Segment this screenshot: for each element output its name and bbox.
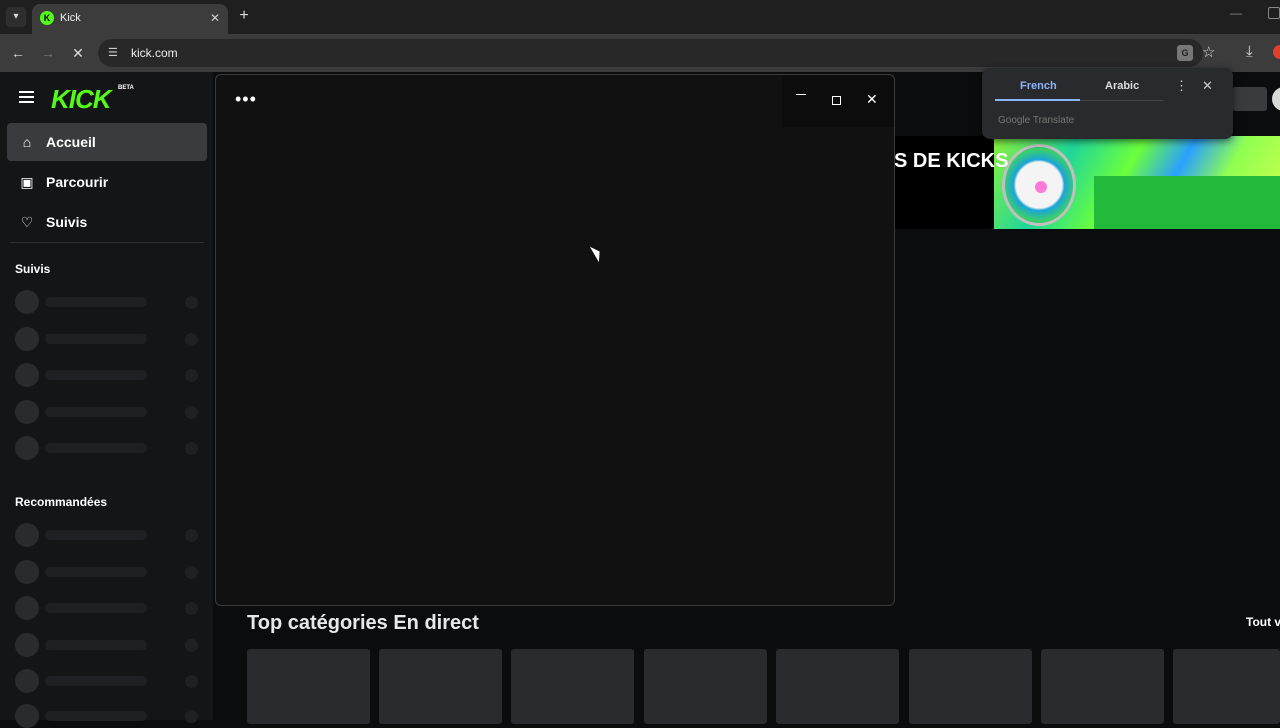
followed-skeleton-row xyxy=(15,290,200,314)
translate-bubble: French Arabic ⋮ ✕ Google Translate xyxy=(982,68,1233,139)
url-text[interactable]: kick.com xyxy=(131,46,178,60)
category-card[interactable] xyxy=(379,649,502,724)
browse-icon: ▣ xyxy=(20,174,34,190)
see-all-link[interactable]: Tout v xyxy=(1246,615,1280,629)
translate-brand: Google Translate xyxy=(998,115,1075,126)
mouse-cursor-icon xyxy=(589,243,605,263)
popup-more-menu-icon[interactable]: ••• xyxy=(235,90,257,108)
download-icon[interactable]: ⤓ xyxy=(1246,43,1253,60)
category-card[interactable] xyxy=(247,649,370,724)
browser-toolbar: ← → ✕ ☰ kick.com G ☆ ⤓ xyxy=(0,34,1280,72)
alarm-clock-icon xyxy=(1002,144,1076,226)
kick-favicon-icon: K xyxy=(40,11,54,25)
translate-close-icon[interactable]: ✕ xyxy=(1202,78,1213,94)
recommended-skeleton-row xyxy=(15,596,200,620)
top-categories-heading: Top catégories En direct xyxy=(247,612,479,634)
recommended-skeleton-row xyxy=(15,560,200,584)
sidebar: KICK BETA ⌂ Accueil ▣ Parcourir ♡ Suivis… xyxy=(0,72,213,728)
followed-skeleton-row xyxy=(15,436,200,460)
recommended-skeleton-row xyxy=(15,523,200,547)
heart-icon: ♡ xyxy=(20,214,34,230)
popup-maximize-icon[interactable] xyxy=(832,96,841,105)
popup-close-icon[interactable]: ✕ xyxy=(866,91,878,108)
kick-logo[interactable]: KICK xyxy=(51,84,112,115)
recommended-skeleton-row xyxy=(15,669,200,693)
sidebar-item-accueil[interactable]: ⌂ Accueil xyxy=(7,123,207,161)
sidebar-divider xyxy=(10,242,204,243)
back-arrow-icon[interactable]: ← xyxy=(8,43,28,63)
category-card[interactable] xyxy=(1173,649,1280,724)
translate-active-indicator xyxy=(995,99,1080,101)
followed-skeleton-row xyxy=(15,363,200,387)
browser-tab-kick[interactable]: K Kick ✕ xyxy=(32,4,228,34)
sidebar-item-label: Accueil xyxy=(46,134,96,150)
promo-banner[interactable]: S DE KICKS xyxy=(894,136,1280,229)
category-card[interactable] xyxy=(909,649,1032,724)
header-login-button[interactable] xyxy=(1232,87,1267,111)
sidebar-item-suivis[interactable]: ♡ Suivis xyxy=(7,203,207,241)
popup-window[interactable]: ••• ✕ xyxy=(215,74,895,606)
window-maximize-icon[interactable] xyxy=(1268,7,1280,19)
hamburger-menu-icon[interactable] xyxy=(19,91,34,103)
category-card[interactable] xyxy=(1041,649,1164,724)
header-user-avatar[interactable] xyxy=(1272,87,1280,111)
followed-skeleton-row xyxy=(15,400,200,424)
promo-text: S DE KICKS xyxy=(894,150,1009,172)
recommended-skeleton-row xyxy=(15,704,200,728)
translate-icon[interactable]: G xyxy=(1177,45,1193,61)
home-icon: ⌂ xyxy=(22,134,32,150)
tab-title: Kick xyxy=(60,12,81,24)
popup-window-controls: ✕ xyxy=(782,75,894,127)
popup-minimize-icon[interactable] xyxy=(796,94,806,95)
address-bar[interactable]: ☰ kick.com G ☆ xyxy=(98,39,1215,67)
tab-close-icon[interactable]: ✕ xyxy=(210,11,220,25)
translate-source-tab[interactable]: French xyxy=(1020,80,1057,92)
window-minimize-icon[interactable]: — xyxy=(1230,6,1242,20)
recommended-heading: Recommandées xyxy=(15,495,108,509)
sidebar-item-parcourir[interactable]: ▣ Parcourir xyxy=(7,163,207,201)
promo-art-field xyxy=(1094,176,1280,229)
category-card[interactable] xyxy=(644,649,767,724)
sidebar-item-label: Suivis xyxy=(46,214,88,230)
category-card[interactable] xyxy=(776,649,899,724)
browser-tabstrip: ▾ K Kick ✕ + — xyxy=(0,0,1280,34)
site-info-icon[interactable]: ☰ xyxy=(108,46,122,60)
tab-list-button[interactable]: ▾ xyxy=(6,7,26,27)
beta-badge: BETA xyxy=(118,85,134,91)
bookmark-star-icon[interactable]: ☆ xyxy=(1202,43,1215,61)
followed-skeleton-row xyxy=(15,327,200,351)
recommended-skeleton-row xyxy=(15,633,200,657)
translate-target-tab[interactable]: Arabic xyxy=(1105,80,1139,92)
followed-heading: Suivis xyxy=(15,262,51,276)
new-tab-button[interactable]: + xyxy=(235,7,253,25)
profile-avatar[interactable] xyxy=(1273,45,1280,59)
translate-more-icon[interactable]: ⋮ xyxy=(1175,78,1188,94)
category-card[interactable] xyxy=(511,649,634,724)
forward-arrow-icon[interactable]: → xyxy=(38,43,58,63)
sidebar-item-label: Parcourir xyxy=(46,174,109,190)
stop-loading-icon[interactable]: ✕ xyxy=(68,43,88,63)
